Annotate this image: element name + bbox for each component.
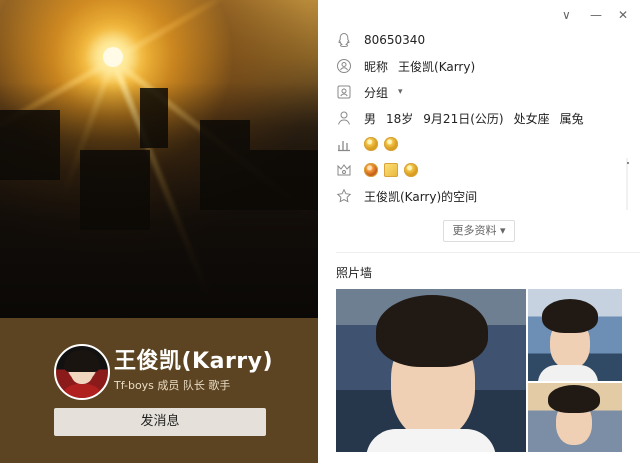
qq-number-row: 80650340 <box>336 30 425 50</box>
nickname-label: 昵称 <box>364 59 389 74</box>
vip-row <box>336 160 424 180</box>
sun-badge-icon[interactable] <box>384 137 398 151</box>
zodiac: 处女座 <box>513 111 550 126</box>
close-window-button[interactable]: ✕ <box>618 8 628 22</box>
group-icon <box>336 84 352 100</box>
coin-badge-icon[interactable] <box>404 163 418 177</box>
group-dropdown-arrow[interactable]: ▾ <box>398 87 403 97</box>
sun-ray <box>111 0 236 63</box>
dropdown-window-button[interactable]: ∨ <box>562 8 571 22</box>
level-row <box>336 134 404 154</box>
scrollbar[interactable] <box>626 158 628 210</box>
divider <box>336 252 640 253</box>
star-icon <box>336 188 352 204</box>
profile-subtitle: Tf-boys 成员 队长 歌手 <box>114 379 231 392</box>
person-icon <box>336 110 352 126</box>
minimize-window-button[interactable]: — <box>590 8 602 22</box>
basic-info-row: 男 18岁 9月21日(公历) 处女座 属兔 <box>336 108 584 128</box>
level-icon <box>336 136 352 152</box>
nickname-icon <box>336 58 352 74</box>
chinese-zodiac: 属兔 <box>559 111 584 126</box>
avatar[interactable] <box>54 344 110 400</box>
vip-icon <box>336 162 352 178</box>
profile-cover-panel <box>0 0 318 463</box>
cover-photo[interactable] <box>0 0 318 318</box>
qq-icon <box>336 32 352 48</box>
photo-wall-image[interactable] <box>528 383 622 452</box>
qq-number: 80650340 <box>364 33 426 47</box>
qzone-link[interactable]: 王俊凯(Karry)的空间 <box>364 188 477 205</box>
more-info-button[interactable]: 更多资料 ▾ <box>443 220 515 242</box>
sun <box>103 47 123 67</box>
space-row[interactable]: 王俊凯(Karry)的空间 <box>336 186 477 206</box>
photo-wall-image[interactable] <box>336 289 526 452</box>
age: 18岁 <box>386 111 414 126</box>
nickname-value: 王俊凯(Karry) <box>398 59 476 74</box>
star-badge-icon[interactable] <box>384 163 398 177</box>
vip-badge-icon[interactable] <box>364 163 378 177</box>
group-label: 分组 <box>364 85 389 100</box>
gender: 男 <box>364 111 377 126</box>
profile-details-panel: ∨ — ✕ 80650340 昵称 王俊凯(Karry) 分组 ▾ 男 18岁 … <box>318 0 640 463</box>
profile-name: 王俊凯(Karry) <box>114 349 274 374</box>
sun-badge-icon[interactable] <box>364 137 378 151</box>
nickname-row: 昵称 王俊凯(Karry) <box>336 56 475 76</box>
scroll-mark <box>627 162 629 164</box>
birthday: 9月21日(公历) <box>423 111 504 126</box>
photo-wall-image[interactable] <box>528 289 622 381</box>
group-row[interactable]: 分组 ▾ <box>336 82 403 102</box>
photo-wall-title: 照片墙 <box>336 266 373 280</box>
send-message-button[interactable]: 发消息 <box>54 408 266 436</box>
